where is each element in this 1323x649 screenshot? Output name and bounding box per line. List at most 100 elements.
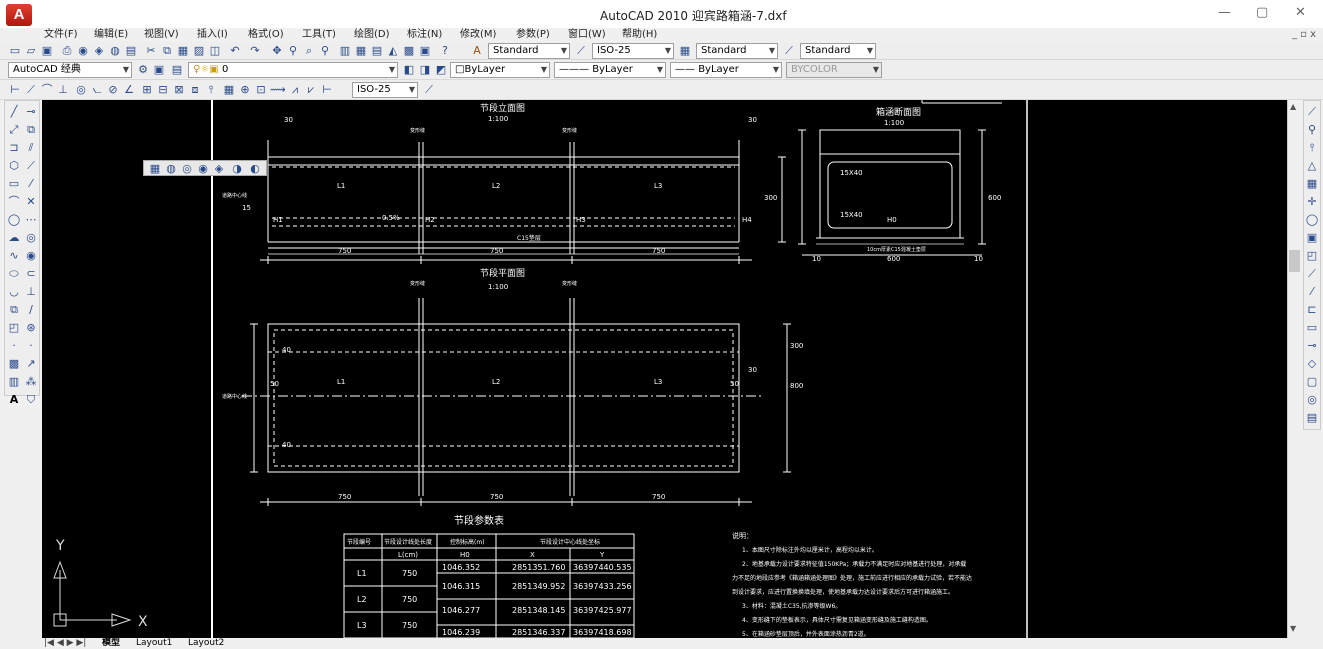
right-tool-16-icon[interactable]: ▢: [1305, 375, 1319, 389]
view-icon-3[interactable]: ◎: [180, 162, 194, 176]
save-icon[interactable]: ▣: [40, 44, 54, 58]
view-icon-2[interactable]: ◍: [164, 162, 178, 176]
gradient-icon[interactable]: ▥: [7, 375, 21, 389]
dim-style-select-2[interactable]: ISO-25 ▼: [352, 82, 418, 98]
right-tool-8-icon[interactable]: ▣: [1305, 231, 1319, 245]
ellipse-arc-icon[interactable]: ◡: [7, 285, 21, 299]
spline-icon[interactable]: ∿: [7, 249, 21, 263]
properties-icon[interactable]: ▥: [338, 44, 352, 58]
arc-length-icon[interactable]: ⌒: [40, 83, 54, 97]
menu-edit[interactable]: 编辑(E): [94, 28, 128, 42]
menu-view[interactable]: 视图(V): [144, 28, 179, 42]
quickcalc-icon[interactable]: ▣: [418, 44, 432, 58]
right-tool-6-icon[interactable]: ✛: [1305, 195, 1319, 209]
markup-icon[interactable]: ▩: [402, 44, 416, 58]
right-tool-3-icon[interactable]: ⫯: [1305, 141, 1319, 155]
doc-window-controls[interactable]: _ ▫ x: [1292, 28, 1316, 42]
right-tool-17-icon[interactable]: ◎: [1305, 393, 1319, 407]
insert-block-icon[interactable]: ⧉: [7, 303, 21, 317]
menu-insert[interactable]: 插入(I): [197, 28, 228, 42]
menu-format[interactable]: 格式(O): [248, 28, 284, 42]
right-tool-5-icon[interactable]: ▦: [1305, 177, 1319, 191]
polygon-icon[interactable]: ⬡: [7, 159, 21, 173]
tab-model[interactable]: 模型: [102, 638, 120, 649]
explode-icon[interactable]: ⁂: [24, 375, 38, 389]
redo-icon[interactable]: ↷: [248, 44, 262, 58]
menu-help[interactable]: 帮助(H): [622, 28, 657, 42]
tab-layout2[interactable]: Layout2: [188, 638, 224, 649]
right-tool-11-icon[interactable]: ⁄: [1305, 285, 1319, 299]
dim-update-icon[interactable]: ⊢: [320, 83, 334, 97]
text-style-icon[interactable]: A: [470, 44, 484, 58]
linear-dim-icon[interactable]: ⊢: [8, 83, 22, 97]
fillet-icon[interactable]: ↗: [24, 357, 38, 371]
sheet-set-icon[interactable]: ◭: [386, 44, 400, 58]
new-file-icon[interactable]: ▭: [8, 44, 22, 58]
tab-layout1[interactable]: Layout1: [136, 638, 172, 649]
publish-icon[interactable]: ◈: [92, 44, 106, 58]
table-style-select[interactable]: Standard ▼: [696, 43, 778, 59]
baseline-dim-icon[interactable]: ⊟: [156, 83, 170, 97]
right-tool-15-icon[interactable]: ◇: [1305, 357, 1319, 371]
trim-icon[interactable]: ⊂: [24, 267, 38, 281]
jogged-dim-icon[interactable]: ⦦: [90, 83, 104, 97]
angular-dim-icon[interactable]: ∠: [122, 83, 136, 97]
paste-icon[interactable]: ▦: [176, 44, 190, 58]
offset-icon[interactable]: ⟋: [24, 159, 38, 173]
layer-select[interactable]: ♀☼▣ 0 ▼: [188, 62, 398, 78]
diameter-dim-icon[interactable]: ⊘: [106, 83, 120, 97]
color-select[interactable]: □ByLayer ▼: [450, 62, 550, 78]
dim-style-manager-icon[interactable]: ⟋: [422, 83, 436, 97]
vertical-scrollbar[interactable]: ▲ ▼: [1287, 100, 1301, 638]
drawing-canvas[interactable]: 节段立面图 1:100 箱涵断面图 1:100 节段平面图 1:100 节段参数…: [42, 100, 1287, 638]
design-center-icon[interactable]: ▦: [354, 44, 368, 58]
view-icon-7[interactable]: ◐: [248, 162, 262, 176]
right-tool-7-icon[interactable]: ◯: [1305, 213, 1319, 227]
minimize-button[interactable]: —: [1218, 5, 1231, 20]
erase-icon[interactable]: ⊸: [24, 105, 38, 119]
3d-icon[interactable]: ▤: [124, 44, 138, 58]
right-tool-10-icon[interactable]: ⟋: [1305, 267, 1319, 281]
multiline-text-icon[interactable]: A: [7, 393, 21, 407]
extend-icon[interactable]: ⊥: [24, 285, 38, 299]
view-icon-1[interactable]: ▦: [148, 162, 162, 176]
workspace-select[interactable]: AutoCAD 经典 ▼: [8, 62, 132, 78]
plotstyle-select[interactable]: BYCOLOR ▼: [786, 62, 882, 78]
dim-space-icon[interactable]: ⧈: [188, 83, 202, 97]
tool-palettes-icon[interactable]: ▤: [370, 44, 384, 58]
scroll-thumb[interactable]: [1289, 250, 1300, 272]
break-icon[interactable]: ∕: [24, 303, 38, 317]
menu-draw[interactable]: 绘图(D): [354, 28, 390, 42]
scale-icon[interactable]: ◎: [24, 231, 38, 245]
autocad-logo-icon[interactable]: A: [6, 4, 32, 26]
ellipse-icon[interactable]: ⬭: [7, 267, 21, 281]
dim-text-edit-icon[interactable]: ⩗: [304, 83, 318, 97]
aligned-dim-icon[interactable]: ⟋: [24, 83, 38, 97]
tab-nav-icon[interactable]: |◀ ◀ ▶ ▶|: [44, 638, 86, 649]
tolerance-icon[interactable]: ▦: [222, 83, 236, 97]
scroll-up-icon[interactable]: ▲: [1290, 102, 1296, 111]
close-button[interactable]: ✕: [1295, 5, 1306, 20]
hatch-icon[interactable]: ▩: [7, 357, 21, 371]
point-icon[interactable]: ·: [7, 339, 21, 353]
mirror-icon[interactable]: ⫽: [24, 141, 38, 155]
array-icon[interactable]: ⁄: [24, 177, 38, 191]
menu-tools[interactable]: 工具(T): [302, 28, 336, 42]
help-icon[interactable]: ?: [438, 44, 452, 58]
right-tool-9-icon[interactable]: ◰: [1305, 249, 1319, 263]
rectangle-icon[interactable]: ▭: [7, 177, 21, 191]
view-icon-5[interactable]: ◈: [212, 162, 226, 176]
lineweight-select[interactable]: —— ByLayer ▼: [670, 62, 782, 78]
scroll-down-icon[interactable]: ▼: [1290, 624, 1296, 633]
layer-previous-icon[interactable]: ◨: [418, 63, 432, 77]
right-tool-13-icon[interactable]: ▭: [1305, 321, 1319, 335]
text-style-select[interactable]: Standard ▼: [488, 43, 570, 59]
print-icon[interactable]: ⎙: [60, 44, 74, 58]
chamfer-icon[interactable]: ·: [24, 339, 38, 353]
copy-object-icon[interactable]: ⧉: [24, 123, 38, 137]
menu-modify[interactable]: 修改(M): [460, 28, 496, 42]
dim-edit-icon[interactable]: ⩘: [288, 83, 302, 97]
dim-style-icon[interactable]: ⟋: [574, 44, 588, 58]
menu-window[interactable]: 窗口(W): [568, 28, 606, 42]
workspace-settings-icon[interactable]: ⚙: [136, 63, 150, 77]
